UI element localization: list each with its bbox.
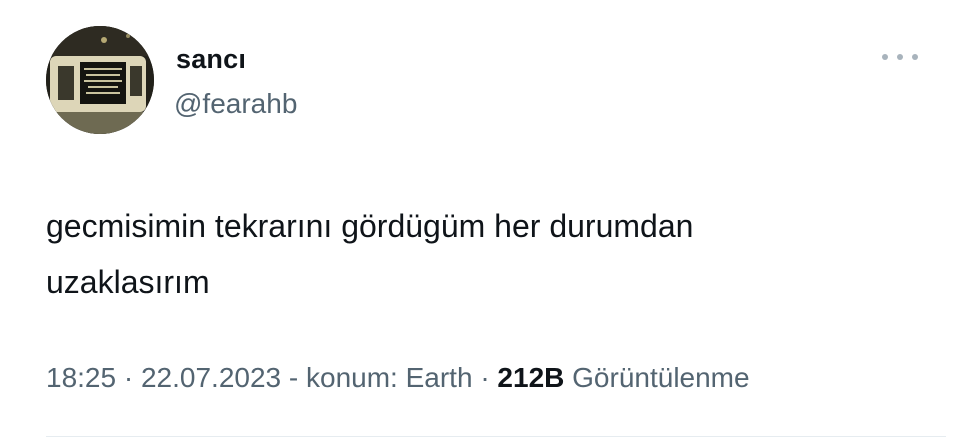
tweet-meta: 18:25 · 22.07.2023 - konum: Earth · 212B… xyxy=(46,362,750,394)
avatar[interactable] xyxy=(46,26,154,134)
avatar-image xyxy=(46,26,154,134)
views-label: Görüntülenme xyxy=(572,362,750,393)
more-horizontal-icon xyxy=(882,54,888,60)
tweet-location: - konum: Earth xyxy=(288,362,473,393)
more-horizontal-icon xyxy=(912,54,918,60)
tweet-date[interactable]: 22.07.2023 xyxy=(141,362,281,393)
tweet-text: gecmisimin tekrarını gördügüm her durumd… xyxy=(46,198,926,310)
divider xyxy=(46,436,946,437)
meta-separator: · xyxy=(480,362,490,393)
user-handle[interactable]: @fearahb xyxy=(174,88,297,120)
more-horizontal-icon xyxy=(897,54,903,60)
tweet-card: sancı @fearahb gecmisimin tekrarını görd… xyxy=(0,0,968,445)
tweet-text-line: uzaklasırım xyxy=(46,264,210,300)
views-count[interactable]: 212B xyxy=(497,362,564,393)
tweet-time[interactable]: 18:25 xyxy=(46,362,116,393)
meta-separator: · xyxy=(123,362,134,393)
tweet-text-line: gecmisimin tekrarını gördügüm her durumd… xyxy=(46,208,694,244)
display-name[interactable]: sancı xyxy=(176,44,246,75)
more-options-button[interactable] xyxy=(878,46,922,68)
